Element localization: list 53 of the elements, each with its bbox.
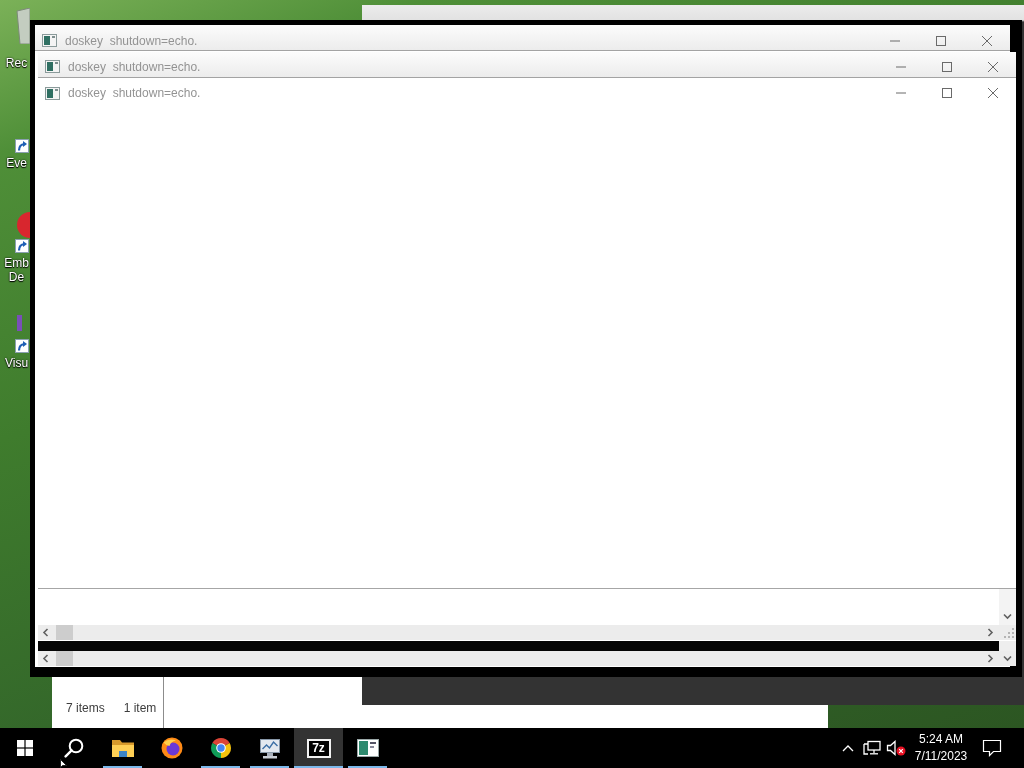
chevron-up-icon	[842, 744, 854, 752]
chevron-down-icon	[1003, 654, 1012, 663]
chevron-right-icon	[986, 654, 995, 663]
close-icon	[982, 35, 992, 46]
window-title: doskey shutdown=echo.	[68, 86, 201, 100]
scrollbar-thumb[interactable]	[56, 625, 73, 640]
vertical-scrollbar[interactable]	[999, 589, 1016, 625]
chevron-right-icon	[986, 628, 995, 637]
app-logo: 7z	[306, 738, 331, 758]
network-icon	[863, 740, 881, 756]
recycle-bin-icon	[16, 8, 30, 44]
monitor-chart-icon	[257, 737, 282, 759]
chevron-down-icon	[1003, 612, 1012, 621]
desktop-shortcut[interactable]: Rec	[3, 8, 30, 70]
maximize-icon	[942, 61, 952, 72]
title-bar[interactable]: doskey shutdown=echo.	[38, 52, 1016, 78]
search-icon	[63, 738, 84, 758]
maximize-icon	[942, 88, 952, 98]
window-title: doskey shutdown=echo.	[68, 59, 201, 74]
shortcut-icon	[14, 314, 30, 354]
four-panes-icon	[16, 740, 33, 756]
status-text: 7 items	[66, 701, 105, 715]
title-bar[interactable]: doskey shutdown=echo.	[35, 25, 1010, 51]
chevron-left-icon	[41, 654, 51, 663]
status-text: 1 item	[123, 701, 157, 715]
taskbar-button[interactable]: 7z	[294, 728, 343, 768]
window-title: doskey shutdown=echo.	[65, 33, 198, 48]
clock-date[interactable]: 7/11/2023	[914, 748, 968, 765]
speech-bubble-icon	[982, 739, 1002, 757]
chevron-left-icon	[41, 628, 51, 637]
segmented-circle-icon	[209, 737, 232, 759]
horizontal-scrollbar[interactable]	[38, 651, 1016, 666]
app-window-icon	[42, 34, 57, 47]
clock-time[interactable]: 5:24 AM	[919, 731, 963, 748]
app-window-icon	[45, 60, 60, 73]
vertical-scrollbar[interactable]	[999, 641, 1016, 651]
scrollbar-thumb[interactable]	[56, 651, 73, 666]
desktop-shortcut[interactable]: Emb De	[3, 212, 30, 284]
size-grip-icon[interactable]	[1003, 627, 1014, 638]
app-window-icon	[356, 739, 379, 757]
desktop-shortcut[interactable]: Visu	[3, 314, 30, 370]
close-icon	[988, 61, 998, 72]
fox-globe-icon	[160, 737, 183, 759]
close-icon	[988, 88, 998, 98]
shortcut-icon	[14, 138, 30, 154]
shortcut-icon	[14, 212, 30, 254]
desktop-shortcut[interactable]: Eve	[3, 138, 30, 170]
mouse-cursor-icon	[60, 759, 67, 768]
folder-icon	[110, 738, 135, 758]
horizontal-scrollbar[interactable]	[38, 625, 1016, 640]
app-window-icon	[45, 86, 60, 100]
maximize-icon	[936, 35, 946, 46]
title-bar[interactable]: doskey shutdown=echo.	[38, 78, 1016, 105]
